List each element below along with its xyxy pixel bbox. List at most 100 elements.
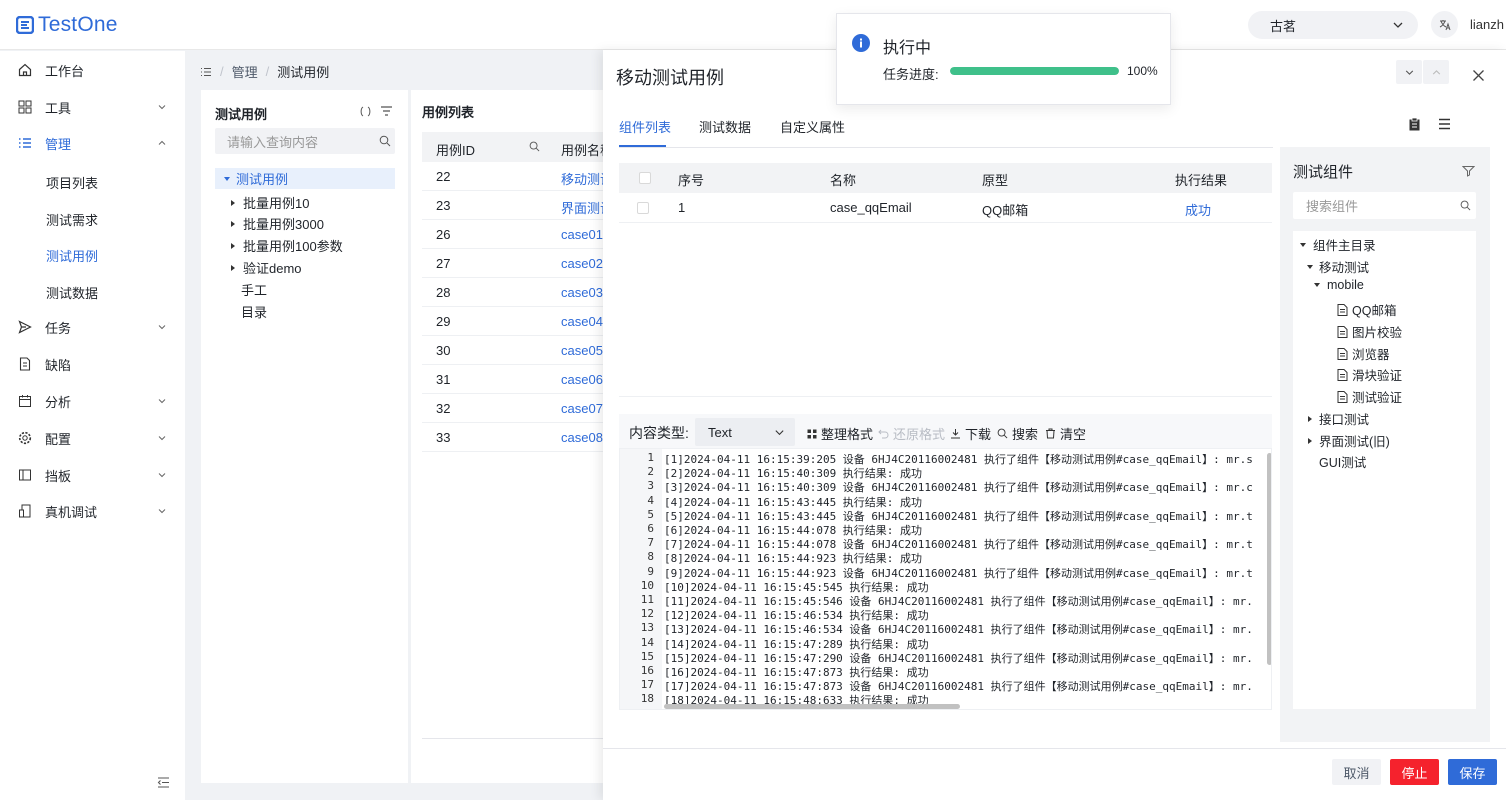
grid-icon [807, 429, 817, 438]
clipboard-icon[interactable] [1408, 117, 1421, 131]
menu-icon[interactable] [200, 66, 212, 78]
filter-icon[interactable] [380, 105, 393, 118]
column-header: 执行结果 [1175, 173, 1228, 188]
workspace-select[interactable]: 古茗 [1248, 11, 1418, 39]
format-button[interactable]: 整理格式 [807, 424, 873, 443]
caret-right-icon [231, 264, 235, 271]
download-button[interactable]: 下载 [950, 424, 991, 443]
list-header: 用例ID 用例名称 [422, 132, 622, 162]
table-row[interactable]: 28 case03 [422, 278, 622, 307]
component-tree-node[interactable]: 浏览器 [1337, 344, 1390, 363]
table-row[interactable]: 29 case04 [422, 307, 622, 336]
tree-node[interactable]: 目录 [241, 302, 267, 321]
component-tree-node[interactable]: GUI测试 [1319, 452, 1366, 471]
row-id: 26 [436, 227, 451, 242]
table-row[interactable]: 32 case07 [422, 394, 622, 423]
sidebar-item-manage[interactable]: 管理 [0, 125, 185, 161]
next-button[interactable] [1396, 60, 1422, 84]
user-name[interactable]: lianzh [1470, 17, 1506, 32]
tree-node[interactable]: 批量用例100参数 [229, 236, 343, 255]
language-button[interactable] [1431, 11, 1458, 38]
info-icon [852, 34, 870, 52]
file-icon [1337, 303, 1348, 316]
caret-down-icon [1314, 283, 1320, 287]
component-tree-node[interactable]: 滑块验证 [1337, 365, 1402, 384]
sidebar-item-analysis[interactable]: 分析 [0, 383, 185, 419]
caret-down-icon [224, 176, 230, 181]
sidebar-item-defects[interactable]: 缺陷 [0, 346, 185, 382]
calendar-icon [17, 393, 33, 409]
component-tree-node[interactable]: 测试验证 [1337, 387, 1402, 406]
close-icon[interactable] [1472, 69, 1485, 82]
vertical-scrollbar[interactable] [1267, 453, 1271, 665]
tab-components[interactable]: 组件列表 [619, 117, 671, 136]
sidebar-item-tools[interactable]: 工具 [0, 89, 185, 125]
breadcrumb: / 管理 / 测试用例 [200, 62, 329, 81]
collapse-sidebar-button[interactable] [157, 776, 170, 789]
table-row[interactable]: 23界面测试用例 [422, 191, 622, 220]
filter-icon[interactable] [1462, 165, 1475, 177]
line-number: 13 [640, 621, 654, 635]
component-tree-node[interactable]: 接口测试 [1306, 409, 1369, 428]
component-tree-node[interactable]: 组件主目录 [1299, 235, 1376, 254]
tree-node[interactable]: 验证demo [229, 258, 302, 277]
caret-right-icon [1308, 415, 1312, 422]
search-icon[interactable] [529, 141, 540, 152]
table-row[interactable]: 31 case06 [422, 365, 622, 394]
tree-node-root[interactable]: 测试用例 [215, 168, 395, 189]
table-row[interactable]: 26 case01 [422, 220, 622, 249]
save-button[interactable]: 保存 [1448, 759, 1497, 785]
component-search-input[interactable]: 搜索组件 [1293, 192, 1476, 219]
table-row[interactable]: 30 case05 [422, 336, 622, 365]
table-row[interactable]: 22移动测试用例 [422, 162, 622, 191]
search-button[interactable]: 搜索 [997, 424, 1038, 443]
node-label: 界面测试(旧) [1319, 435, 1390, 449]
tree-search-input[interactable]: 请输入查询内容 [215, 128, 395, 154]
sidebar-subitem-testcases[interactable]: 测试用例 [46, 246, 98, 265]
sidebar: 工作台 工具 管理 项目列表 测试需求 测试用例 测试数据 任务 缺陷 分析 配… [0, 51, 185, 800]
tree-node[interactable]: 批量用例3000 [229, 214, 324, 233]
sidebar-subitem-testdata[interactable]: 测试数据 [46, 283, 98, 302]
sidebar-item-device-debug[interactable]: 真机调试 [0, 493, 185, 529]
row-id: 29 [436, 314, 451, 329]
stop-button[interactable]: 停止 [1390, 759, 1439, 785]
component-tree-node[interactable]: mobile [1313, 278, 1364, 292]
sidebar-item-tasks[interactable]: 任务 [0, 309, 185, 345]
content-editor[interactable]: 1 2 3 4 5 6 7 8 9 10 11 12 13 14 15 16 17 18 [1]2024-04-1… [619, 448, 1272, 710]
component-tree-node[interactable]: 界面测试(旧) [1306, 431, 1390, 450]
component-tree-node[interactable]: QQ邮箱 [1337, 300, 1396, 319]
sidebar-item-label: 管理 [45, 136, 72, 152]
chevron-up-icon [1432, 69, 1440, 75]
tree-node[interactable]: 批量用例10 [229, 193, 309, 212]
select-all-checkbox[interactable] [639, 172, 651, 184]
table-row[interactable]: 33 case08 [422, 423, 622, 452]
horizontal-scrollbar[interactable] [664, 704, 960, 709]
row-result[interactable]: 成功 [1185, 200, 1211, 219]
breadcrumb-item[interactable]: 管理 [232, 62, 258, 81]
clear-button[interactable]: 清空 [1045, 424, 1086, 443]
row-checkbox[interactable] [637, 202, 649, 214]
restore-format-button[interactable]: 还原格式 [878, 424, 945, 443]
app-logo[interactable]: TestOne [16, 13, 118, 37]
sidebar-subitem-projects[interactable]: 项目列表 [46, 173, 98, 192]
table-row[interactable]: 27 case02 [422, 249, 622, 278]
component-tree-node[interactable]: 图片校验 [1337, 322, 1402, 341]
cancel-button[interactable]: 取消 [1332, 759, 1381, 785]
table-row[interactable]: 1 case_qqEmail QQ邮箱 成功 [619, 193, 1272, 223]
sidebar-subitem-requirements[interactable]: 测试需求 [46, 210, 98, 229]
tree-node[interactable]: 手工 [241, 280, 267, 299]
sidebar-item-workbench[interactable]: 工作台 [0, 52, 185, 88]
caret-right-icon [231, 242, 235, 249]
component-tree-node[interactable]: 移动测试 [1306, 257, 1369, 276]
prev-button[interactable] [1423, 60, 1449, 84]
tab-test-data[interactable]: 测试数据 [699, 117, 751, 136]
sidebar-item-config[interactable]: 配置 [0, 420, 185, 456]
content-type-select[interactable]: Text [695, 418, 795, 446]
row-index: 1 [678, 200, 686, 215]
testcase-tree-panel: 测试用例 请输入查询内容 测试用例 批量用例10 批量用例3000 批量用例10… [201, 90, 408, 783]
download-label: 下载 [965, 427, 992, 442]
tab-custom-attributes[interactable]: 自定义属性 [780, 117, 845, 136]
list-settings-icon[interactable] [1438, 118, 1451, 130]
refresh-icon[interactable] [359, 105, 372, 118]
sidebar-item-mock[interactable]: 挡板 [0, 457, 185, 493]
